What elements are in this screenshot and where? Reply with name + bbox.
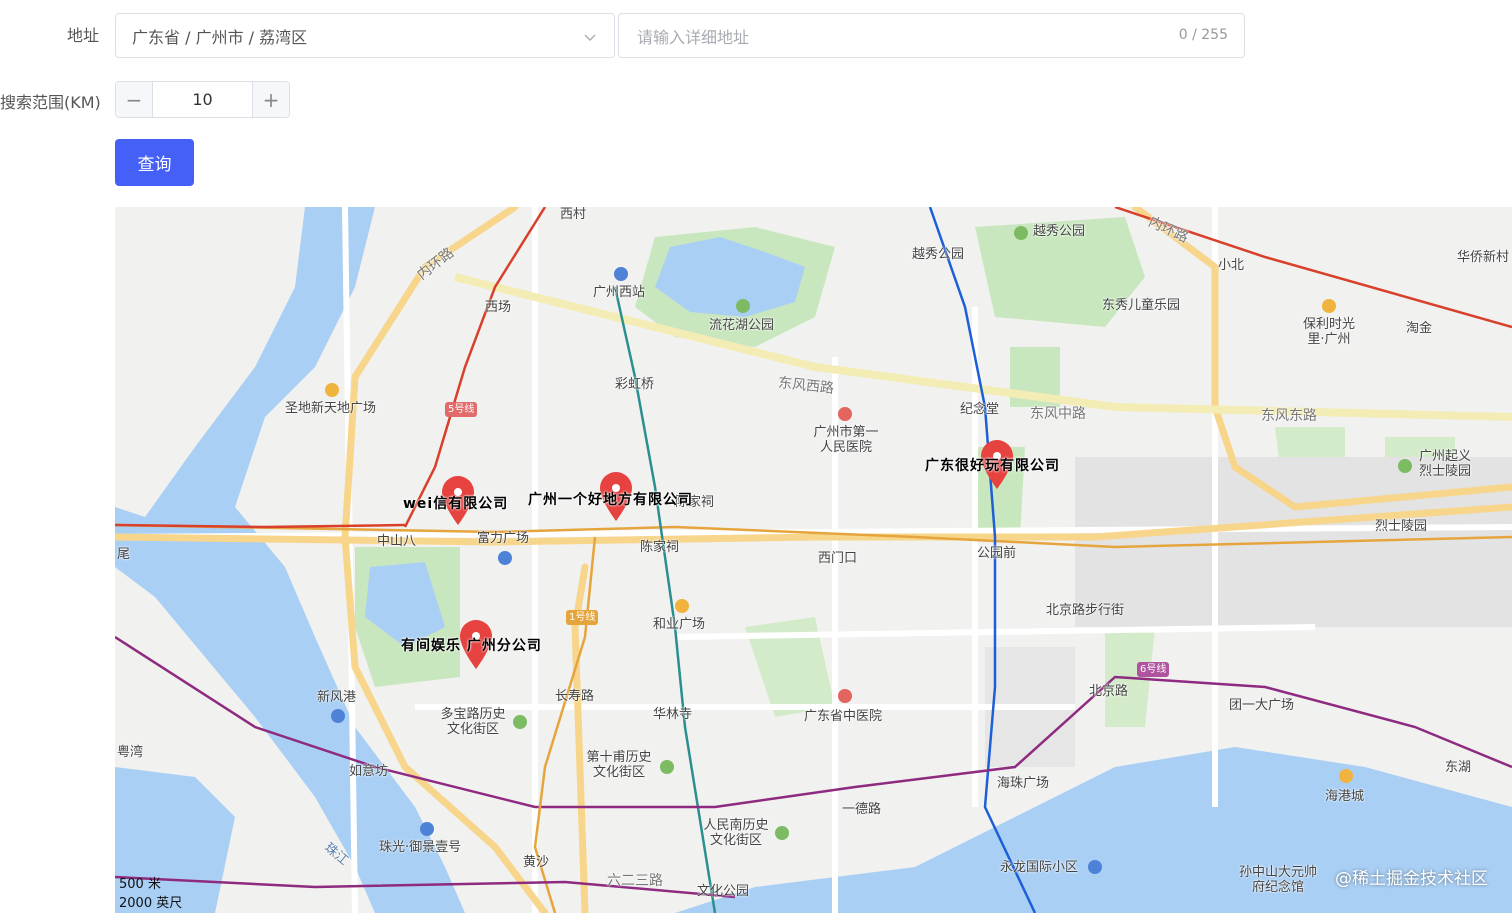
marker-label[interactable]: 广东很好玩有限公司 xyxy=(925,455,1060,475)
place-ximenkou: 西门口 xyxy=(818,551,858,566)
place-yonglong: 永龙国际小区 xyxy=(1000,860,1079,875)
place-donghu: 东湖 xyxy=(1445,760,1472,775)
place-heye: 和业广场 xyxy=(653,617,706,632)
place-ruyifang: 如意坊 xyxy=(349,764,389,779)
detail-address-input[interactable] xyxy=(635,24,1119,50)
place-lieshi: 烈士陵园 xyxy=(1375,519,1428,534)
detail-address-field[interactable]: 0 / 255 xyxy=(618,13,1245,58)
building-icon xyxy=(498,551,512,565)
place-wei-label: 尾 xyxy=(117,547,131,562)
train-station-icon xyxy=(614,267,628,281)
place-tcm-hospital: 广东省中医院 xyxy=(804,709,883,724)
range-label: 搜索范围(KM) xyxy=(0,93,101,112)
place-haizhu: 海珠广场 xyxy=(997,776,1050,791)
place-xichang: 西场 xyxy=(485,300,512,315)
place-beijinglu: 北京路 xyxy=(1089,684,1129,699)
place-fuli: 富力广场 xyxy=(477,531,530,546)
place-haigang: 海港城 xyxy=(1325,789,1365,804)
park-icon xyxy=(1014,226,1028,240)
place-dongxiu: 东秀儿童乐园 xyxy=(1102,298,1181,313)
place-zhuguang: 珠光·御景壹号 xyxy=(379,840,462,855)
place-sunyat: 孙中山大元帅府纪念馆 xyxy=(1238,865,1317,895)
badge-line5: 5号线 xyxy=(445,402,478,417)
place-huangsha: 黄沙 xyxy=(523,855,550,870)
park-icon xyxy=(736,299,750,313)
scale-metric: 500 米 xyxy=(119,877,161,892)
road-dongfeng-mid: 东风中路 xyxy=(1030,406,1086,422)
hospital-icon xyxy=(838,407,852,421)
place-gongyuanqian: 公园前 xyxy=(977,546,1017,561)
place-tuanyi: 团一大广场 xyxy=(1229,698,1295,713)
place-beijing-walk: 北京路步行街 xyxy=(1046,603,1125,618)
road-dongfeng-east: 东风东路 xyxy=(1261,408,1317,424)
marker-label[interactable]: wei信有限公司 xyxy=(403,493,508,513)
place-xiaobei: 小北 xyxy=(1218,258,1245,273)
place-jiniantang: 纪念堂 xyxy=(960,402,1000,417)
shopping-icon xyxy=(675,599,689,613)
map-view[interactable]: 西村 越秀公园 越秀公园 小北 华侨新村 内环路 内环路 西场 广州西站 流花湖… xyxy=(115,207,1512,913)
place-qiyi: 广州起义烈士陵园 xyxy=(1418,449,1471,479)
place-shengdi: 圣地新天地广场 xyxy=(285,401,377,416)
range-value[interactable]: 10 xyxy=(153,90,252,109)
badge-line6: 6号线 xyxy=(1137,662,1170,677)
decrease-button[interactable]: − xyxy=(116,82,153,117)
badge-line1: 1号线 xyxy=(566,610,599,625)
place-shishifu: 第十甫历史文化街区 xyxy=(586,750,652,780)
place-guangzhou-west: 广州西站 xyxy=(593,285,646,300)
place-caihong: 彩虹桥 xyxy=(615,377,655,392)
park-icon xyxy=(513,715,527,729)
place-xinfenggang: 新风港 xyxy=(317,690,357,705)
marker-label[interactable]: 有间娱乐 广州分公司 xyxy=(401,635,542,655)
place-yuewan: 粤湾 xyxy=(117,745,144,760)
chevron-down-icon xyxy=(584,34,596,41)
hospital-icon xyxy=(838,689,852,703)
marker-label[interactable]: 广州一个好地方有限公司 xyxy=(528,489,693,509)
park-icon xyxy=(775,826,789,840)
place-hualin: 华林寺 xyxy=(653,707,693,722)
range-stepper[interactable]: − 10 + xyxy=(115,81,290,118)
increase-button[interactable]: + xyxy=(252,82,289,117)
place-poly: 保利时光里·广州 xyxy=(1302,317,1355,347)
map-canvas xyxy=(115,207,1512,913)
place-zhongshan8: 中山八 xyxy=(377,534,417,549)
region-value: 广东省 / 广州市 / 荔湾区 xyxy=(132,27,308,47)
port-icon xyxy=(331,709,345,723)
shopping-icon xyxy=(1339,769,1353,783)
address-label: 地址 xyxy=(67,26,100,45)
map-scale: 500 米 2000 英尺 xyxy=(119,875,182,913)
place-changshou: 长寿路 xyxy=(555,689,595,704)
place-xicun: 西村 xyxy=(560,207,587,222)
place-duobao: 多宝路历史文化街区 xyxy=(440,707,506,737)
place-renmin-south: 人民南历史文化街区 xyxy=(703,818,769,848)
road-liuersan: 六二三路 xyxy=(607,873,663,889)
scale-imperial: 2000 英尺 xyxy=(119,896,183,911)
park-icon xyxy=(660,760,674,774)
place-liuhua: 流花湖公园 xyxy=(709,318,775,333)
char-counter: 0 / 255 xyxy=(1178,27,1228,43)
query-button[interactable]: 查询 xyxy=(115,139,194,186)
place-yuexiu-station: 越秀公园 xyxy=(912,247,965,262)
building-icon xyxy=(420,822,434,836)
region-cascader[interactable]: 广东省 / 广州市 / 荔湾区 xyxy=(115,13,615,58)
shopping-icon xyxy=(325,383,339,397)
place-hospital1: 广州市第一人民医院 xyxy=(813,425,879,455)
building-icon xyxy=(1088,860,1102,874)
place-huaqiao: 华侨新村 xyxy=(1457,250,1510,265)
place-chenjiaci-station: 陈家祠 xyxy=(640,540,680,555)
place-yuexiu-park: 越秀公园 xyxy=(1033,224,1086,239)
place-taojin: 淘金 xyxy=(1406,321,1433,336)
place-wenhua: 文化公园 xyxy=(697,884,750,899)
watermark: @稀土掘金技术社区 xyxy=(1335,869,1488,889)
shopping-icon xyxy=(1322,299,1336,313)
park-icon xyxy=(1398,459,1412,473)
place-yidelu: 一德路 xyxy=(842,802,882,817)
